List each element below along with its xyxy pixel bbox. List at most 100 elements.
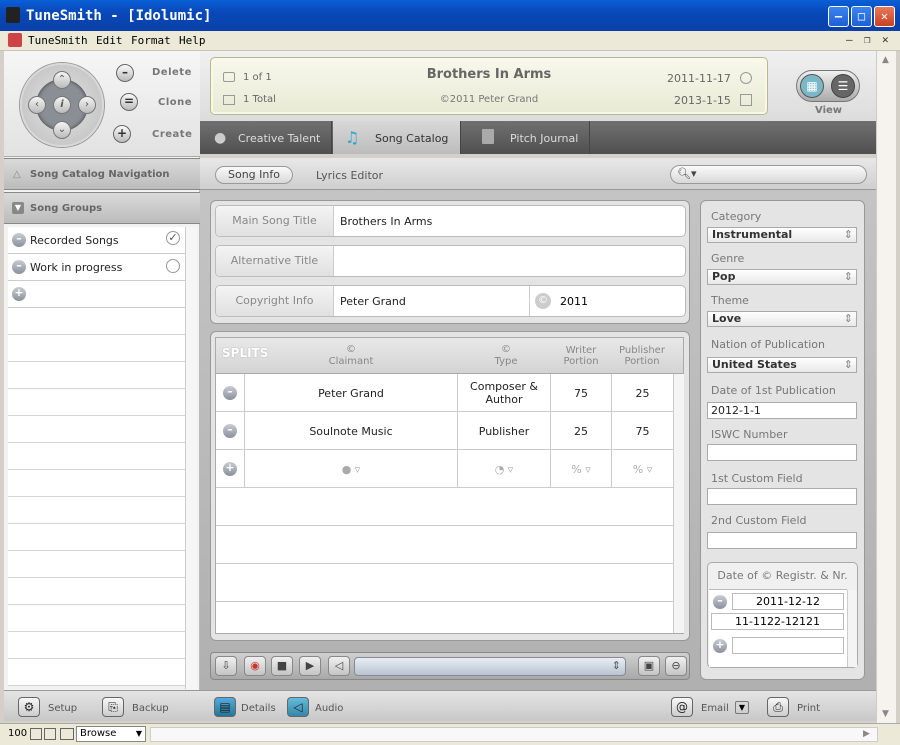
mdi-restore-icon[interactable]: ❐ bbox=[864, 33, 871, 46]
tab-label: Song Catalog bbox=[375, 132, 449, 145]
lyrics-editor-tab[interactable]: Lyrics Editor bbox=[316, 169, 383, 182]
tab-label: Creative Talent bbox=[238, 132, 321, 145]
groups-scrollbar[interactable] bbox=[185, 227, 197, 689]
setup-gear-icon[interactable]: ⚙ bbox=[18, 697, 40, 717]
catalog-nav-header[interactable]: △ Song Catalog Navigation bbox=[4, 158, 200, 190]
category-select[interactable]: Instrumental bbox=[707, 227, 857, 243]
menu-tunesmith[interactable]: TuneSmith bbox=[28, 34, 88, 47]
custom2-label: 2nd Custom Field bbox=[711, 514, 807, 527]
backup-icon[interactable]: ⎘ bbox=[102, 697, 124, 717]
pie-dropdown-icon[interactable]: ◔ ▿ bbox=[458, 450, 551, 488]
menu-help[interactable]: Help bbox=[179, 34, 206, 47]
layout-icon[interactable] bbox=[60, 728, 74, 740]
window-scrollbar[interactable]: ▲ ▼ bbox=[876, 51, 896, 723]
publisher-percent-dropdown[interactable]: % ▿ bbox=[612, 450, 673, 488]
search-input[interactable]: 🔍︎▾ bbox=[670, 165, 867, 184]
person-dropdown-icon[interactable]: ● ▿ bbox=[245, 450, 458, 488]
list-item[interactable]: – Work in progress bbox=[8, 254, 185, 281]
stop-icon[interactable]: ■ bbox=[271, 656, 293, 676]
nav-right-icon[interactable]: › bbox=[78, 96, 96, 114]
remove-icon[interactable]: – bbox=[12, 260, 26, 274]
remove-icon[interactable]: – bbox=[713, 595, 727, 609]
registration-number[interactable]: 11-1122-12121 bbox=[711, 613, 844, 630]
theme-select[interactable]: Love bbox=[707, 311, 857, 327]
tab-pitch-journal[interactable]: Pitch Journal bbox=[462, 121, 590, 154]
new-registration-input[interactable] bbox=[732, 637, 844, 654]
mode-select[interactable]: Browse ▼ bbox=[76, 726, 146, 742]
registration-scrollbar[interactable] bbox=[847, 590, 857, 667]
view-toggle[interactable]: ▦ ☰ bbox=[796, 70, 860, 102]
custom1-input[interactable] bbox=[707, 488, 857, 505]
remove-icon[interactable]: – bbox=[223, 386, 237, 400]
chevron-updown-icon: ⇕ bbox=[611, 659, 621, 672]
maximize-button[interactable]: □ bbox=[851, 6, 872, 27]
create-button[interactable]: + bbox=[113, 125, 131, 143]
alt-title-field[interactable]: Alternative Title bbox=[215, 245, 686, 277]
scroll-right-icon[interactable]: ▶ bbox=[863, 729, 870, 739]
scroll-up-icon[interactable]: ▲ bbox=[882, 55, 889, 65]
tab-creative-talent[interactable]: ● Creative Talent bbox=[200, 121, 332, 154]
nav-up-icon[interactable]: ⌃ bbox=[53, 71, 71, 89]
writer-percent-dropdown[interactable]: % ▿ bbox=[551, 450, 612, 488]
print-icon[interactable]: ⎙ bbox=[767, 697, 789, 717]
mdi-minimize-icon[interactable]: – bbox=[846, 33, 853, 46]
add-group-row[interactable]: + bbox=[8, 281, 185, 308]
horizontal-scrollbar[interactable]: ▶ bbox=[150, 727, 878, 742]
add-icon[interactable]: + bbox=[223, 462, 237, 476]
import-audio-icon[interactable]: ⇩ bbox=[215, 656, 237, 676]
radio-icon[interactable] bbox=[166, 259, 180, 273]
save-audio-icon[interactable]: ▣ bbox=[638, 656, 660, 676]
genre-select[interactable]: Pop bbox=[707, 269, 857, 285]
copyright-field[interactable]: Copyright Info Peter Grand © 2011 bbox=[215, 285, 686, 317]
chevron-down-icon[interactable]: ▼ bbox=[735, 701, 749, 714]
details-icon[interactable]: ▤ bbox=[214, 697, 236, 717]
main-title-value: Brothers In Arms bbox=[340, 215, 433, 228]
mdi-close-icon[interactable]: ✕ bbox=[882, 33, 889, 46]
checkmark-icon[interactable]: ✓ bbox=[166, 231, 180, 245]
clone-button[interactable]: = bbox=[120, 93, 138, 111]
email-at-icon[interactable]: @ bbox=[671, 697, 693, 717]
volume-icon[interactable]: ◁ bbox=[328, 656, 350, 676]
empty-row bbox=[8, 470, 185, 497]
add-icon[interactable]: + bbox=[713, 639, 727, 653]
table-row[interactable]: – Soulnote Music Publisher 25 75 bbox=[216, 412, 673, 450]
remove-audio-icon[interactable]: ⊖ bbox=[665, 656, 687, 676]
list-item[interactable]: – Recorded Songs ✓ bbox=[8, 227, 185, 254]
menu-edit[interactable]: Edit bbox=[96, 34, 123, 47]
window-title: TuneSmith - [Idolumic] bbox=[26, 8, 212, 24]
delete-button[interactable]: – bbox=[116, 64, 134, 82]
menu-format[interactable]: Format bbox=[131, 34, 171, 47]
grid-view-icon[interactable]: ▦ bbox=[800, 74, 824, 98]
nation-select[interactable]: United States bbox=[707, 357, 857, 373]
zoom-level: 100 bbox=[8, 728, 28, 739]
zoom-in-icon[interactable] bbox=[44, 728, 56, 740]
info-icon[interactable]: i bbox=[53, 96, 71, 114]
play-icon[interactable]: ▶ bbox=[299, 656, 321, 676]
audio-file-select[interactable]: ⇕ bbox=[354, 657, 626, 676]
audio-player: ⇩ ◉ ■ ▶ ◁ ⇕ ▣ ⊖ bbox=[210, 652, 690, 680]
scroll-down-icon[interactable]: ▼ bbox=[882, 709, 889, 719]
audio-icon[interactable]: ◁ bbox=[287, 697, 309, 717]
pub-date-input[interactable]: 2012-1-1 bbox=[707, 402, 857, 419]
table-row[interactable]: – Peter Grand Composer & Author 75 25 bbox=[216, 374, 673, 412]
song-info-tab[interactable]: Song Info bbox=[215, 166, 293, 184]
zoom-out-icon[interactable] bbox=[30, 728, 42, 740]
list-view-icon[interactable]: ☰ bbox=[831, 74, 855, 98]
nav-down-icon[interactable]: ⌄ bbox=[53, 121, 71, 139]
splits-scrollbar[interactable] bbox=[673, 374, 684, 633]
add-icon[interactable]: + bbox=[12, 287, 26, 301]
minimize-button[interactable]: — bbox=[828, 6, 849, 27]
nav-left-icon[interactable]: ‹ bbox=[28, 96, 46, 114]
close-button[interactable]: ✕ bbox=[874, 6, 895, 27]
iswc-input[interactable] bbox=[707, 444, 857, 461]
record-icon[interactable]: ◉ bbox=[244, 656, 266, 676]
main-title-field[interactable]: Main Song Title Brothers In Arms bbox=[215, 205, 686, 237]
remove-icon[interactable]: – bbox=[12, 233, 26, 247]
remove-icon[interactable]: – bbox=[223, 424, 237, 438]
empty-row bbox=[216, 526, 673, 564]
add-split-row[interactable]: + ● ▿ ◔ ▿ % ▿ % ▿ bbox=[216, 450, 673, 488]
custom2-input[interactable] bbox=[707, 532, 857, 549]
registration-date[interactable]: 2011-12-12 bbox=[732, 593, 844, 610]
song-groups-header[interactable]: ▼ Song Groups bbox=[4, 192, 200, 224]
tab-song-catalog[interactable]: ♫ Song Catalog bbox=[333, 121, 461, 154]
